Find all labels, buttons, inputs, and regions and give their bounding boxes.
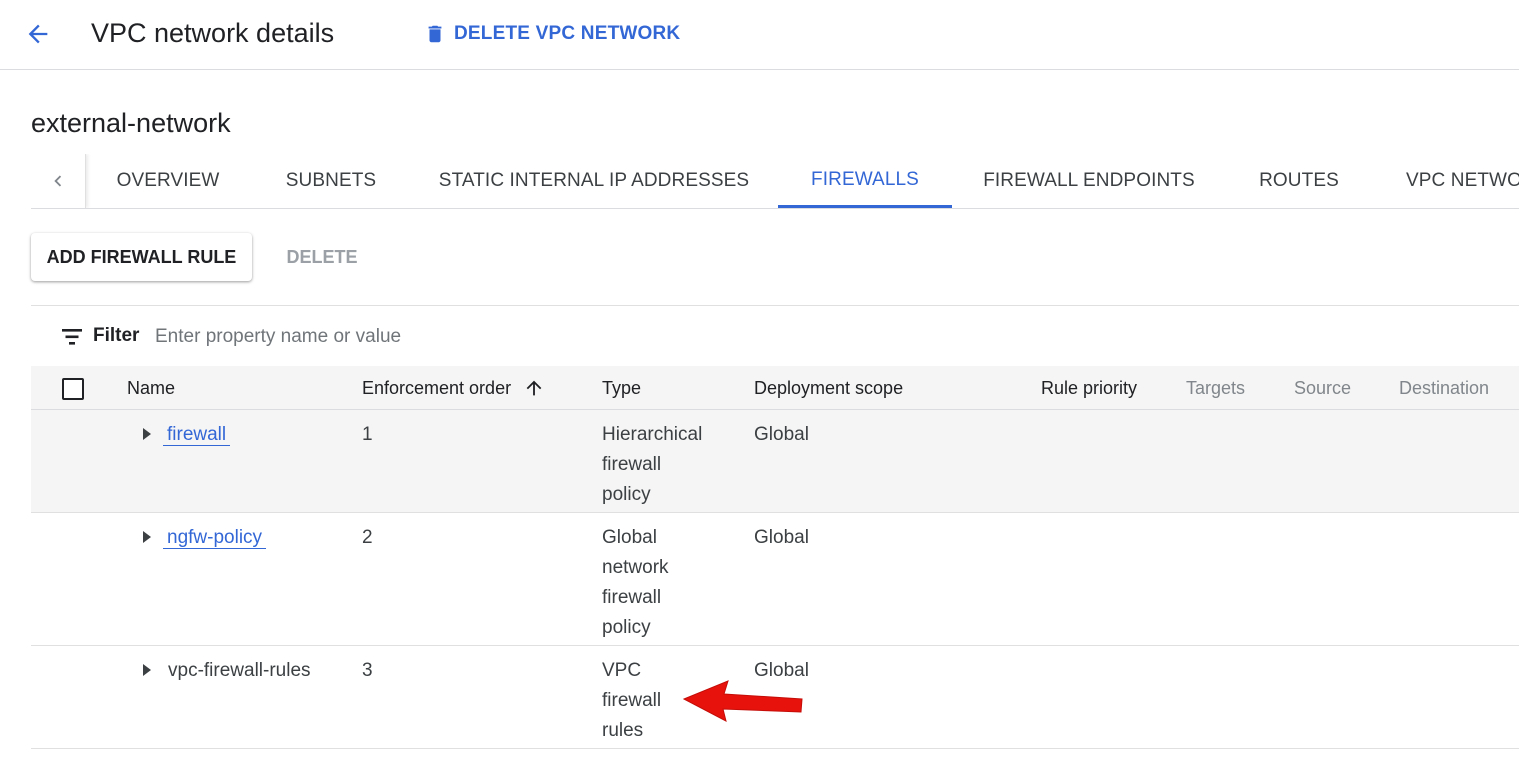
annotation-arrow-icon <box>682 680 803 722</box>
table-row: firewall 1 Hierarchical firewall policy … <box>31 410 1519 513</box>
column-header-source: Source <box>1294 377 1352 398</box>
arrow-back-icon <box>28 24 48 44</box>
delete-button[interactable]: DELETE <box>272 233 372 281</box>
tab-firewall-endpoints[interactable]: FIREWALL ENDPOINTS <box>953 154 1225 208</box>
row-name-cell: firewall <box>163 420 231 450</box>
tab-firewalls[interactable]: FIREWALLS <box>778 154 952 208</box>
row-enforcement-order: 2 <box>362 527 373 548</box>
column-header-targets: Targets <box>1186 377 1246 398</box>
delete-vpc-network-button[interactable]: DELETE VPC NETWORK <box>424 18 680 50</box>
tab-static-internal-ip-addresses[interactable]: STATIC INTERNAL IP ADDRESSES <box>413 154 775 208</box>
table-row: ngfw-policy 2 Global network firewall po… <box>31 513 1519 646</box>
chevron-left-icon <box>54 175 62 187</box>
trash-icon <box>428 25 442 43</box>
column-header-name[interactable]: Name <box>127 366 175 410</box>
delete-vpc-network-label: DELETE VPC NETWORK <box>454 23 681 44</box>
row-type: Global network firewall policy <box>602 527 669 638</box>
column-header-deployment-scope[interactable]: Deployment scope <box>754 366 903 410</box>
column-header-enforcement-order-label: Enforcement order <box>362 377 512 398</box>
row-enforcement-order: 3 <box>362 660 373 681</box>
expand-arrow-icon[interactable] <box>141 424 155 444</box>
column-header-destination: Destination <box>1399 377 1490 398</box>
expand-arrow-icon[interactable] <box>141 527 155 547</box>
row-name-link[interactable]: firewall <box>163 424 231 446</box>
select-all-checkbox[interactable] <box>62 378 84 400</box>
row-deployment-scope: Global <box>754 527 809 548</box>
tab-scroll-left-button[interactable] <box>31 154 86 208</box>
column-header-rule-priority[interactable]: Rule priority <box>1041 366 1137 410</box>
tab-vpc-network-peering[interactable]: VPC NETWORK PEERING <box>1406 154 1519 208</box>
row-name: vpc-firewall-rules <box>168 660 311 681</box>
filter-label: Filter <box>93 325 140 346</box>
tab-bar: OVERVIEW SUBNETS STATIC INTERNAL IP ADDR… <box>31 154 1519 209</box>
filter-list-icon <box>62 329 82 345</box>
page-header: VPC network details DELETE VPC NETWORK <box>0 0 1519 70</box>
row-type: VPC firewall rules <box>602 660 662 741</box>
add-firewall-rule-button[interactable]: ADD FIREWALL RULE <box>31 233 252 281</box>
row-deployment-scope: Global <box>754 424 809 445</box>
toolbar-divider <box>31 305 1519 306</box>
row-type: Hierarchical firewall policy <box>602 424 703 505</box>
back-button[interactable] <box>18 16 58 52</box>
row-enforcement-order: 1 <box>362 424 373 445</box>
expand-arrow-icon[interactable] <box>141 660 155 680</box>
filter-bar: Filter <box>31 316 1519 358</box>
table-header: Name Enforcement order Type Deployment s… <box>31 366 1519 410</box>
tab-subnets[interactable]: SUBNETS <box>249 154 413 208</box>
arrow-upward-icon <box>523 377 545 399</box>
row-name-link[interactable]: ngfw-policy <box>163 527 267 549</box>
filter-input[interactable] <box>155 321 655 353</box>
column-header-enforcement-order[interactable]: Enforcement order <box>362 366 545 410</box>
page-title: VPC network details <box>91 18 335 48</box>
tab-overview[interactable]: OVERVIEW <box>87 154 249 208</box>
tab-routes[interactable]: ROUTES <box>1225 154 1373 208</box>
row-name-cell: ngfw-policy <box>163 523 267 553</box>
network-name: external-network <box>31 108 231 138</box>
column-header-type[interactable]: Type <box>602 366 641 410</box>
